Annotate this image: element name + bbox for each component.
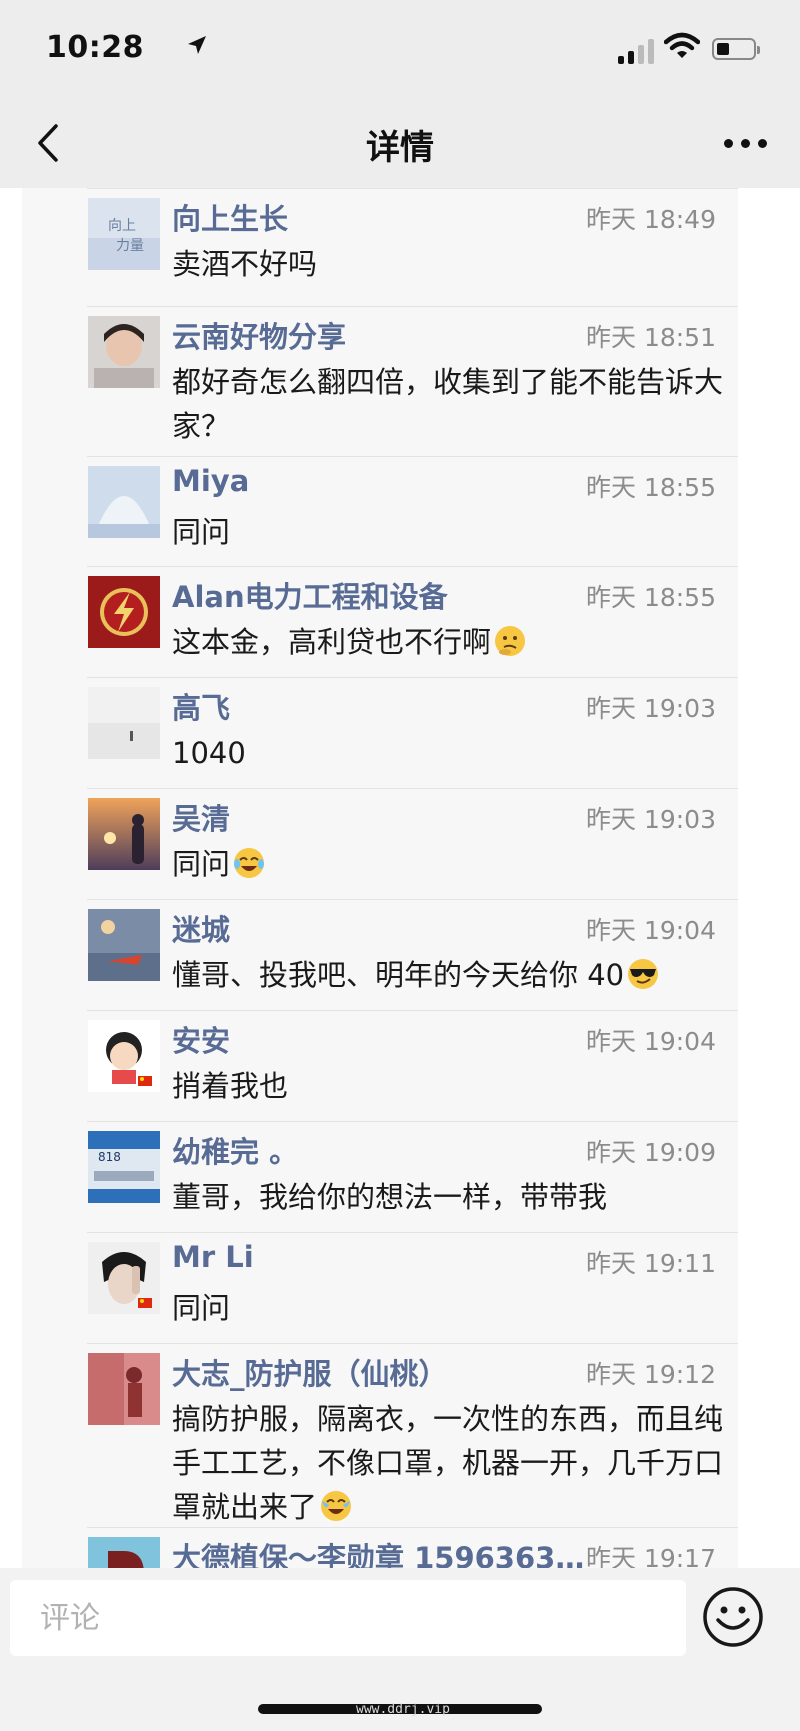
crying-laughing-emoji-icon: [321, 1491, 352, 1521]
comment-item[interactable]: 大志_防护服（仙桃） 昨天 19:12 搞防护服，隔离衣，一次性的东西，而且纯手…: [22, 1343, 738, 1527]
divider: [87, 1232, 738, 1233]
comment-author[interactable]: 幼稚完 。: [172, 1129, 298, 1171]
comment-text: 捎着我也: [172, 1069, 289, 1103]
comment-author[interactable]: 迷城: [172, 907, 230, 949]
battery-icon: [712, 38, 760, 60]
avatar[interactable]: [88, 1020, 160, 1092]
comment-time: 昨天 18:55: [586, 583, 716, 612]
divider: [87, 1343, 738, 1344]
comment-item[interactable]: 云南好物分享 昨天 18:51 都好奇怎么翻四倍，收集到了能不能告诉大家？: [22, 306, 738, 456]
comment-text-content: 搞防护服，隔离衣，一次性的东西，而且纯手工工艺，不像口罩，机器一开，几千万口罩就…: [172, 1402, 724, 1524]
avatar[interactable]: [88, 316, 160, 388]
status-bar: 10:28: [0, 0, 800, 100]
comment-text-content: 同问: [172, 847, 231, 881]
comment-item[interactable]: 向上力量 向上生长 昨天 18:49 卖酒不好吗: [22, 188, 738, 306]
comment-text: 董哥，我给你的想法一样，带带我: [172, 1180, 608, 1214]
comment-author[interactable]: 高飞: [172, 685, 230, 727]
avatar[interactable]: [88, 1353, 160, 1425]
comment-item[interactable]: Miya 昨天 18:55 同问: [22, 456, 738, 566]
comment-time: 昨天 19:09: [586, 1138, 716, 1167]
divider: [87, 1121, 738, 1122]
page-title: 详情: [366, 128, 434, 168]
comment-item[interactable]: 大德植保～李勋章 1596363… 昨天 19:17: [22, 1527, 738, 1568]
avatar[interactable]: [88, 909, 160, 981]
comment-author[interactable]: 大志_防护服（仙桃）: [172, 1351, 448, 1393]
divider: [87, 306, 738, 307]
location-arrow-icon: [188, 36, 206, 54]
comment-item[interactable]: Alan电力工程和设备 昨天 18:55 这本金，高利贷也不行啊: [22, 566, 738, 677]
comment-author[interactable]: 吴清: [172, 796, 230, 838]
nav-bar: 详情: [0, 100, 800, 188]
comment-time: 昨天 18:51: [586, 323, 716, 352]
comments-area[interactable]: 向上力量 向上生长 昨天 18:49 卖酒不好吗 云南好物分享 昨天 18:51…: [0, 188, 800, 1568]
sunglasses-emoji-icon: [628, 959, 659, 989]
comment-author[interactable]: Alan电力工程和设备: [172, 574, 448, 616]
avatar-text: 力量: [116, 238, 144, 254]
comment-text: 搞防护服，隔离衣，一次性的东西，而且纯手工工艺，不像口罩，机器一开，几千万口罩就…: [172, 1397, 732, 1529]
comment-text: 同问: [172, 842, 732, 886]
comment-time: 昨天 19:03: [586, 805, 716, 834]
comment-item[interactable]: Mr Li 昨天 19:11 同问: [22, 1232, 738, 1343]
comment-time: 昨天 19:04: [586, 916, 716, 945]
comment-text: 同问: [172, 515, 231, 549]
avatar[interactable]: [88, 1537, 160, 1568]
avatar-text: 818: [98, 1150, 121, 1164]
comment-item[interactable]: 高飞 昨天 19:03 1040: [22, 677, 738, 788]
comment-text: 1040: [172, 736, 246, 770]
avatar[interactable]: [88, 798, 160, 870]
comment-time: 昨天 18:55: [586, 473, 716, 502]
cellular-signal-icon: [618, 36, 658, 64]
comment-text-content: 懂哥、投我吧、明年的今天给你 40: [172, 958, 625, 992]
divider: [87, 899, 738, 900]
emoji-button-icon[interactable]: [702, 1586, 764, 1648]
comment-author[interactable]: 云南好物分享: [172, 314, 346, 356]
comment-item[interactable]: 安安 昨天 19:04 捎着我也: [22, 1010, 738, 1121]
divider: [87, 677, 738, 678]
comment-text: 懂哥、投我吧、明年的今天给你 40: [172, 953, 732, 997]
comment-text: 都好奇怎么翻四倍，收集到了能不能告诉大家？: [172, 365, 724, 443]
comment-input[interactable]: [10, 1580, 686, 1656]
avatar[interactable]: [88, 576, 160, 648]
comment-time: 昨天 19:12: [586, 1360, 716, 1389]
tears-of-joy-emoji-icon: [234, 848, 265, 878]
comment-item[interactable]: 吴清 昨天 19:03 同问: [22, 788, 738, 899]
avatar[interactable]: [88, 1242, 160, 1314]
divider: [87, 566, 738, 567]
comment-time: 昨天 19:11: [586, 1249, 716, 1278]
comment-text-content: 这本金，高利贷也不行啊: [172, 625, 492, 659]
comment-list: 向上力量 向上生长 昨天 18:49 卖酒不好吗 云南好物分享 昨天 18:51…: [22, 188, 738, 1568]
comment-author[interactable]: 安安: [172, 1018, 230, 1060]
comment-text: 同问: [172, 1291, 231, 1325]
watermark: www.ddrj.vip: [356, 1702, 450, 1717]
status-time: 10:28: [46, 30, 206, 65]
comment-time: 昨天 19:04: [586, 1027, 716, 1056]
comment-item[interactable]: 818 幼稚完 。 昨天 19:09 董哥，我给你的想法一样，带带我: [22, 1121, 738, 1232]
divider: [87, 456, 738, 457]
avatar[interactable]: [88, 466, 160, 538]
avatar[interactable]: 818: [88, 1131, 160, 1203]
comment-author[interactable]: 大德植保～李勋章 1596363…: [172, 1535, 584, 1568]
more-options-icon[interactable]: [720, 136, 770, 152]
comment-author[interactable]: 向上生长: [172, 196, 288, 238]
comment-item[interactable]: 迷城 昨天 19:04 懂哥、投我吧、明年的今天给你 40: [22, 899, 738, 1010]
avatar-text: 向上: [108, 218, 136, 234]
comment-author[interactable]: Mr Li: [172, 1240, 254, 1274]
comment-time: 昨天 18:49: [586, 205, 716, 234]
divider: [87, 1010, 738, 1011]
comment-time: 昨天 19:03: [586, 694, 716, 723]
avatar[interactable]: [88, 687, 160, 759]
thinking-emoji-icon: [495, 626, 526, 656]
comment-author[interactable]: Miya: [172, 464, 249, 498]
divider: [87, 788, 738, 789]
avatar[interactable]: 向上力量: [88, 198, 160, 270]
comment-text: 卖酒不好吗: [172, 247, 318, 281]
divider: [87, 188, 738, 189]
comment-time: 昨天 19:17: [586, 1544, 716, 1568]
comment-input-bar: www.ddrj.vip: [0, 1568, 800, 1731]
wifi-icon: [664, 32, 700, 58]
divider: [87, 1527, 738, 1528]
comment-text: 这本金，高利贷也不行啊: [172, 620, 732, 664]
